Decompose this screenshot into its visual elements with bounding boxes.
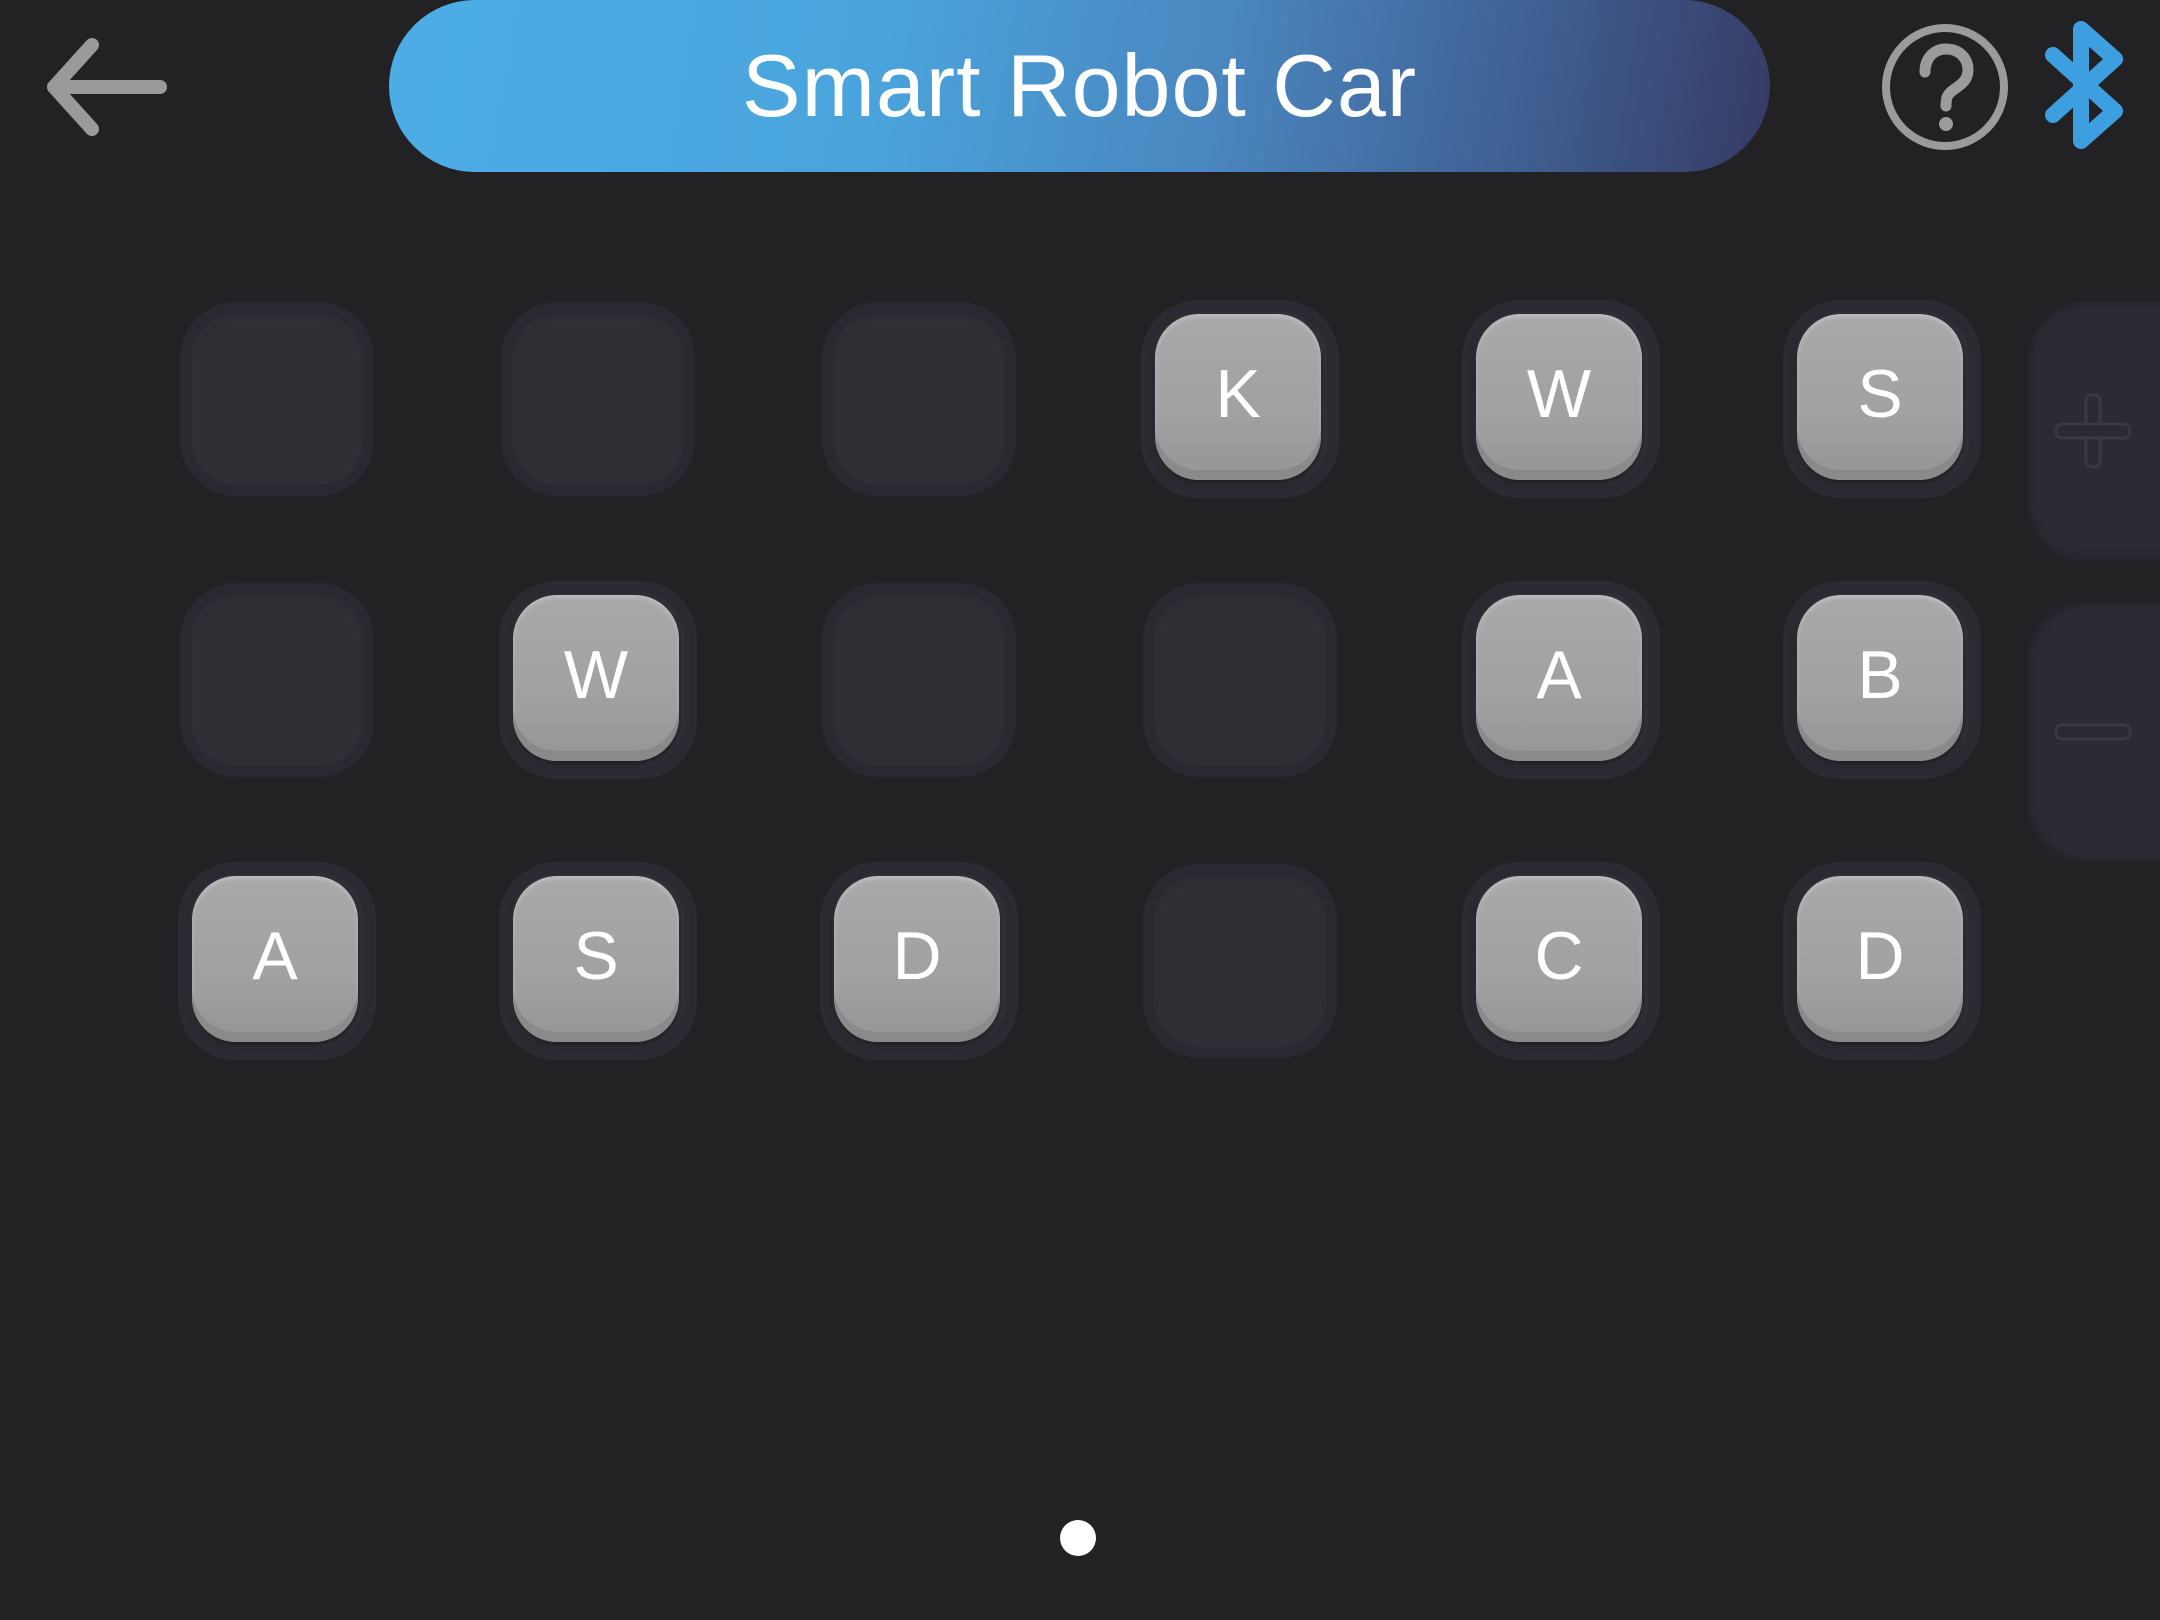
key-button-c[interactable]: C — [1476, 876, 1642, 1042]
plus-icon — [2054, 393, 2132, 469]
key-slot: A — [180, 864, 374, 1058]
key-slot: W — [1464, 302, 1658, 496]
empty-key-slot[interactable] — [1143, 583, 1337, 777]
key-button-s[interactable]: S — [1797, 314, 1963, 480]
key-slot: K — [1143, 302, 1337, 496]
key-label: D — [1855, 918, 1905, 994]
page-indicator-dot[interactable] — [1060, 1520, 1096, 1556]
key-slot: S — [501, 864, 695, 1058]
key-button-w[interactable]: W — [1476, 314, 1642, 480]
key-button-d[interactable]: D — [834, 876, 1000, 1042]
page-title: Smart Robot Car — [741, 36, 1418, 135]
minus-icon — [2054, 723, 2132, 741]
arrow-left-icon — [47, 38, 167, 136]
key-button-w[interactable]: W — [513, 595, 679, 761]
key-slot: D — [1785, 864, 1979, 1058]
empty-key-slot[interactable] — [180, 583, 374, 777]
key-slot: C — [1464, 864, 1658, 1058]
key-slot: W — [501, 583, 695, 777]
bluetooth-button[interactable] — [2035, 15, 2135, 155]
back-button[interactable] — [20, 10, 180, 160]
key-label: A — [1536, 637, 1582, 713]
key-button-a[interactable]: A — [1476, 595, 1642, 761]
empty-key-slot[interactable] — [501, 302, 695, 496]
key-label: S — [573, 918, 619, 994]
empty-key-slot[interactable] — [822, 583, 1016, 777]
key-slot: D — [822, 864, 1016, 1058]
key-slot: S — [1785, 302, 1979, 496]
key-slot: A — [1464, 583, 1658, 777]
empty-key-slot[interactable] — [1143, 864, 1337, 1058]
key-label: A — [252, 918, 298, 994]
bluetooth-icon — [2045, 21, 2123, 149]
empty-key-slot[interactable] — [180, 302, 374, 496]
key-label: B — [1857, 637, 1903, 713]
key-button-d[interactable]: D — [1797, 876, 1963, 1042]
key-button-a[interactable]: A — [192, 876, 358, 1042]
help-button[interactable] — [1878, 20, 2012, 154]
key-label: D — [892, 918, 942, 994]
remove-key-button[interactable] — [2022, 603, 2160, 861]
key-button-s[interactable]: S — [513, 876, 679, 1042]
empty-key-slot[interactable] — [822, 302, 1016, 496]
key-label: S — [1857, 356, 1903, 432]
question-circle-icon — [1882, 24, 2008, 150]
key-label: W — [563, 637, 629, 713]
add-key-button[interactable] — [2022, 302, 2160, 560]
app-screen: Smart Robot Car K W S W A B A S D C D — [0, 0, 2160, 1620]
key-button-k[interactable]: K — [1155, 314, 1321, 480]
key-button-b[interactable]: B — [1797, 595, 1963, 761]
key-label: C — [1534, 918, 1584, 994]
title-banner: Smart Robot Car — [389, 0, 1770, 172]
key-slot: B — [1785, 583, 1979, 777]
key-grid: K W S W A B A S D C D — [180, 302, 1980, 1062]
key-label: W — [1526, 356, 1592, 432]
key-label: K — [1215, 356, 1261, 432]
